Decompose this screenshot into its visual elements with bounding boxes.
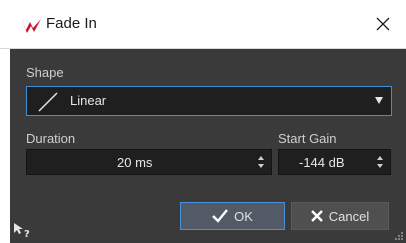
checkmark-icon: [212, 209, 229, 223]
shape-selected-value: Linear: [70, 93, 107, 108]
start-gain-spinbox[interactable]: -144 dB: [278, 149, 391, 175]
chevron-down-icon: [375, 97, 383, 104]
duration-value: 20 ms: [117, 155, 153, 170]
cancel-button-label: Cancel: [328, 208, 370, 224]
dialog-title: Fade In: [46, 15, 97, 32]
dialog-body: Shape Linear Duration Start Gain 20 ms -…: [10, 49, 406, 243]
shape-dropdown[interactable]: Linear: [26, 86, 392, 116]
linear-fade-icon: [38, 92, 58, 112]
duration-spinbox[interactable]: 20 ms: [26, 149, 272, 175]
start-gain-value: -144 dB: [299, 155, 345, 170]
spin-arrows-icon[interactable]: [376, 154, 384, 170]
shape-label: Shape: [26, 65, 64, 80]
duration-label: Duration: [26, 131, 76, 146]
svg-text:?: ?: [24, 229, 30, 239]
ok-button[interactable]: OK: [180, 202, 285, 230]
ok-button-label: OK: [234, 208, 253, 224]
close-icon: [376, 17, 390, 31]
spin-arrows-icon[interactable]: [257, 154, 265, 170]
wavelab-logo-icon: [21, 18, 41, 33]
resize-grip-icon[interactable]: [394, 231, 404, 241]
title-bar: Fade In: [0, 0, 406, 49]
start-gain-label: Start Gain: [278, 131, 337, 146]
help-cursor-icon[interactable]: ?: [10, 217, 32, 239]
cross-icon: [310, 210, 323, 222]
cancel-button[interactable]: Cancel: [291, 202, 389, 230]
close-button[interactable]: [360, 0, 406, 48]
